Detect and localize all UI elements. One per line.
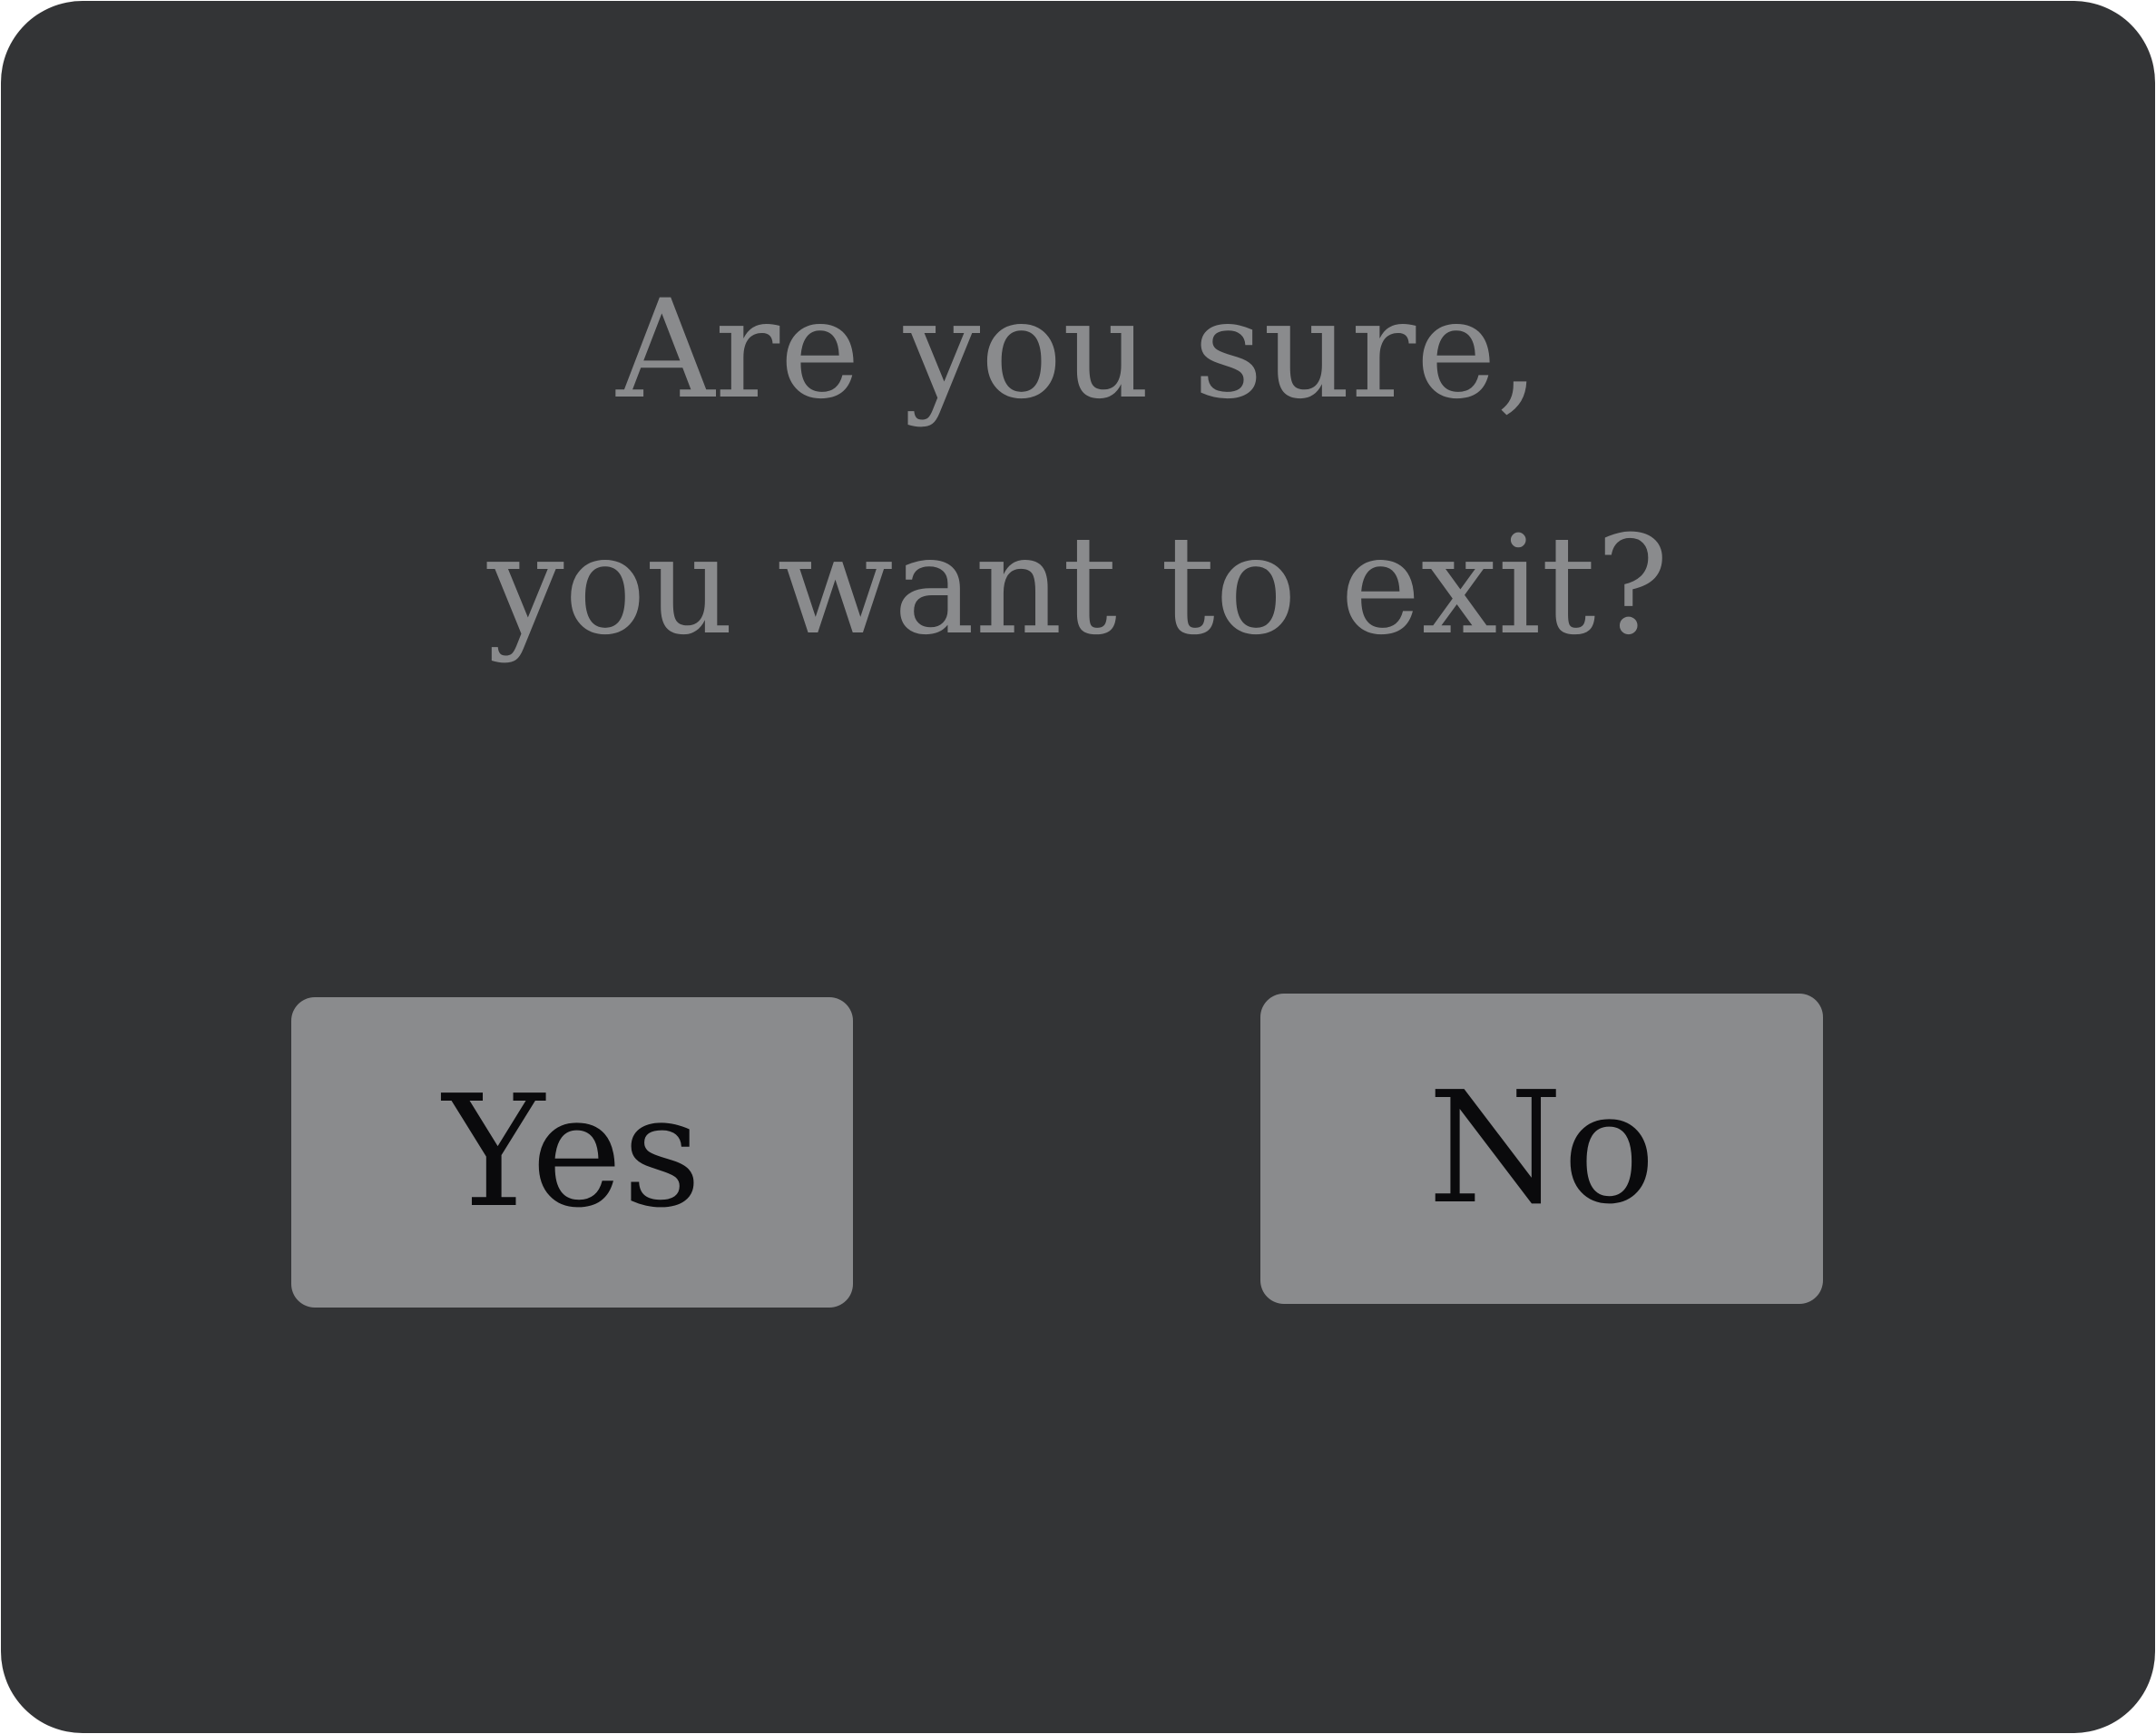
message-line-1: Are you sure,	[616, 271, 1540, 429]
no-button[interactable]: No	[1260, 994, 1823, 1304]
message-line-2: you want to exit?	[486, 507, 1670, 665]
exit-confirmation-dialog: Are you sure, you want to exit? Yes No	[1, 1, 2155, 1733]
confirmation-message: Are you sure, you want to exit?	[1, 232, 2155, 704]
yes-button[interactable]: Yes	[291, 997, 853, 1308]
